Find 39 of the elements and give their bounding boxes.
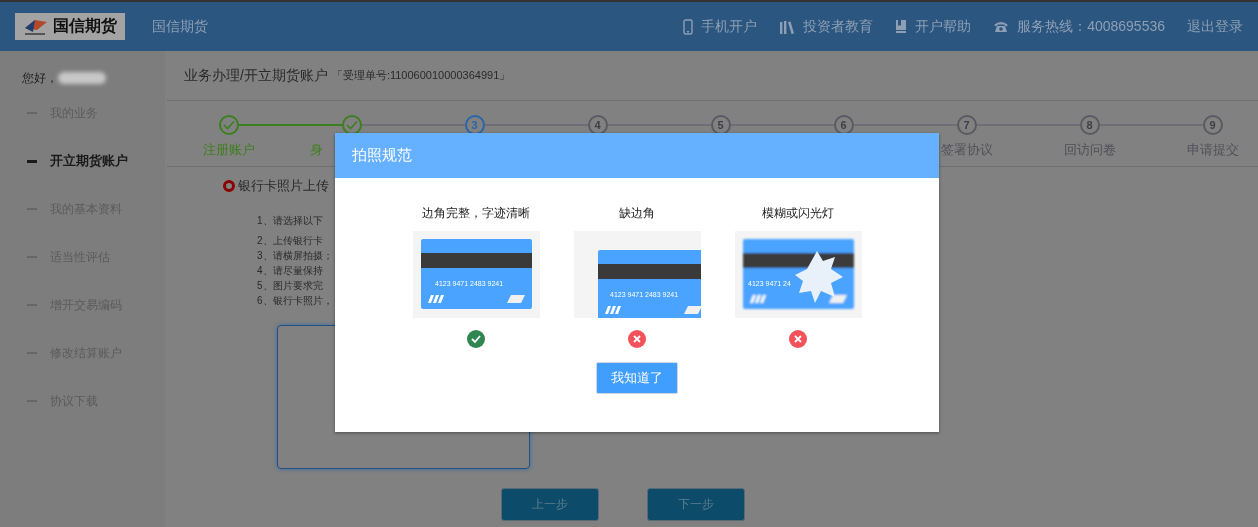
header-link[interactable]: 服务热线：4008695536 [1017, 17, 1165, 36]
radio-icon [223, 180, 235, 192]
step-button[interactable]: 下一步 [646, 488, 745, 521]
example-caption: 缺边角 [619, 205, 655, 222]
header-link[interactable]: 开户帮助 [915, 17, 972, 36]
instruction-text: 1、请选择以下 [257, 214, 323, 228]
header-link[interactable]: 投资者教育 [803, 17, 874, 36]
instruction-text: 5、图片要求完 [257, 279, 323, 293]
step-indicator: 8 [1079, 115, 1100, 135]
example-caption: 边角完整，字迹清晰 [422, 205, 530, 222]
section-title: 银行卡照片上传 [238, 177, 329, 195]
instruction-text: 6、银行卡照片， [257, 294, 333, 308]
site-name: 国信期货 [152, 17, 208, 36]
greeting: 您好， [22, 69, 58, 87]
header-link[interactable]: 退出登录 [1187, 17, 1243, 36]
step-label: 身 [310, 141, 323, 159]
header-link[interactable]: 手机开户 [701, 17, 758, 36]
step-indicator: 9 [1202, 115, 1223, 135]
logo-text: 国信期货 [53, 16, 117, 37]
instruction-text: 3、请横屏拍摄； [257, 249, 333, 263]
sidebar-item[interactable]: 开立期货账户 [50, 152, 128, 170]
step-button[interactable]: 上一步 [500, 488, 599, 521]
book-icon [895, 19, 908, 34]
books-icon [779, 19, 796, 34]
breadcrumb: 业务办理/开立期货账户 [184, 66, 328, 85]
confirm-button[interactable]: 我知道了 [596, 362, 678, 394]
telephone-icon [993, 20, 1010, 33]
instruction-text: 2、上传银行卡 [257, 234, 323, 248]
order-number: 「受理单号:110060010000364991」 [331, 68, 511, 83]
blurred-name [58, 72, 106, 84]
step-label: 注册账户 [202, 141, 255, 159]
instruction-text: 4、请尽量保持 [257, 264, 323, 278]
dash-icon [27, 159, 37, 163]
phone-icon [683, 18, 694, 35]
example-caption: 模糊或闪光灯 [762, 205, 834, 222]
dialog-title: 拍照规范 [352, 146, 412, 165]
logo[interactable]: 国信期货 [15, 13, 125, 40]
logo-icon [23, 17, 49, 36]
step-indicator: 7 [956, 115, 977, 135]
